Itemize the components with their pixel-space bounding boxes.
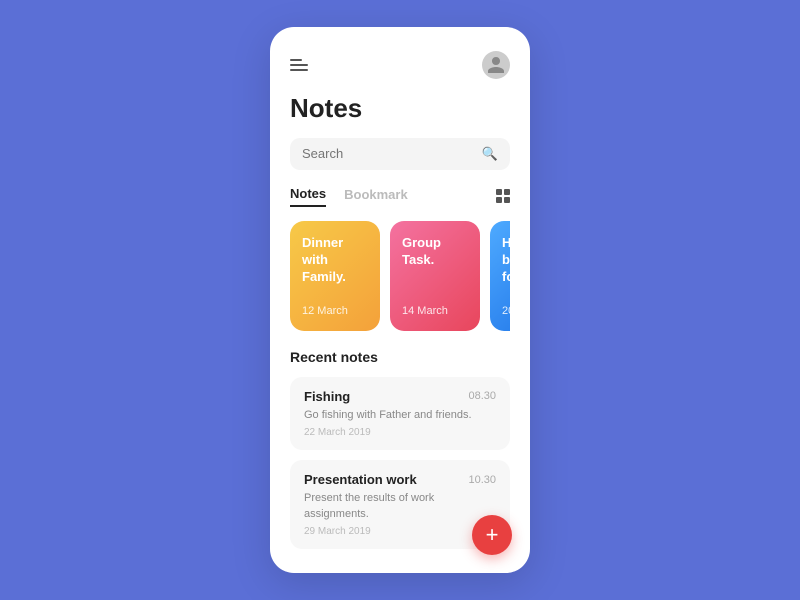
note-card-group-task[interactable]: Group Task. 14 March [390, 221, 480, 331]
menu-icon[interactable] [290, 59, 308, 71]
recent-item-time: 08.30 [468, 390, 496, 402]
recent-item-title: Fishing [304, 389, 350, 404]
recent-item-header: Fishing 08.30 [304, 389, 496, 404]
card-date: 12 March [302, 305, 368, 317]
add-note-button[interactable]: + [472, 515, 512, 555]
card-title: Happ birth for m [502, 235, 510, 286]
phone-card: Notes 🔍 Notes Bookmark Dinner with Famil… [270, 27, 530, 573]
recent-item-date: 22 March 2019 [304, 427, 496, 438]
page-title: Notes [290, 93, 510, 124]
recent-item-header: Presentation work 10.30 [304, 472, 496, 487]
top-bar [290, 51, 510, 79]
cards-row: Dinner with Family. 12 March Group Task.… [290, 221, 510, 331]
recent-item-time: 10.30 [468, 474, 496, 486]
avatar[interactable] [482, 51, 510, 79]
note-card-dinner[interactable]: Dinner with Family. 12 March [290, 221, 380, 331]
tab-bookmark[interactable]: Bookmark [344, 187, 408, 206]
search-bar[interactable]: 🔍 [290, 138, 510, 170]
card-title: Dinner with Family. [302, 235, 368, 286]
search-icon: 🔍 [482, 146, 498, 162]
recent-item-title: Presentation work [304, 472, 417, 487]
recent-notes-title: Recent notes [290, 349, 510, 365]
tab-notes[interactable]: Notes [290, 186, 326, 207]
card-date: 14 March [402, 305, 468, 317]
tabs-row: Notes Bookmark [290, 186, 510, 207]
card-title: Group Task. [402, 235, 468, 269]
recent-item-date: 29 March 2019 [304, 526, 496, 537]
recent-item-desc: Go fishing with Father and friends. [304, 408, 496, 423]
card-date: 20 M [502, 305, 510, 317]
recent-item-desc: Present the results of work assignments. [304, 491, 496, 522]
recent-item-fishing[interactable]: Fishing 08.30 Go fishing with Father and… [290, 377, 510, 450]
grid-view-icon[interactable] [496, 189, 510, 203]
search-input[interactable] [302, 146, 482, 161]
plus-icon: + [486, 524, 499, 546]
note-card-birthday[interactable]: Happ birth for m 20 M [490, 221, 510, 331]
